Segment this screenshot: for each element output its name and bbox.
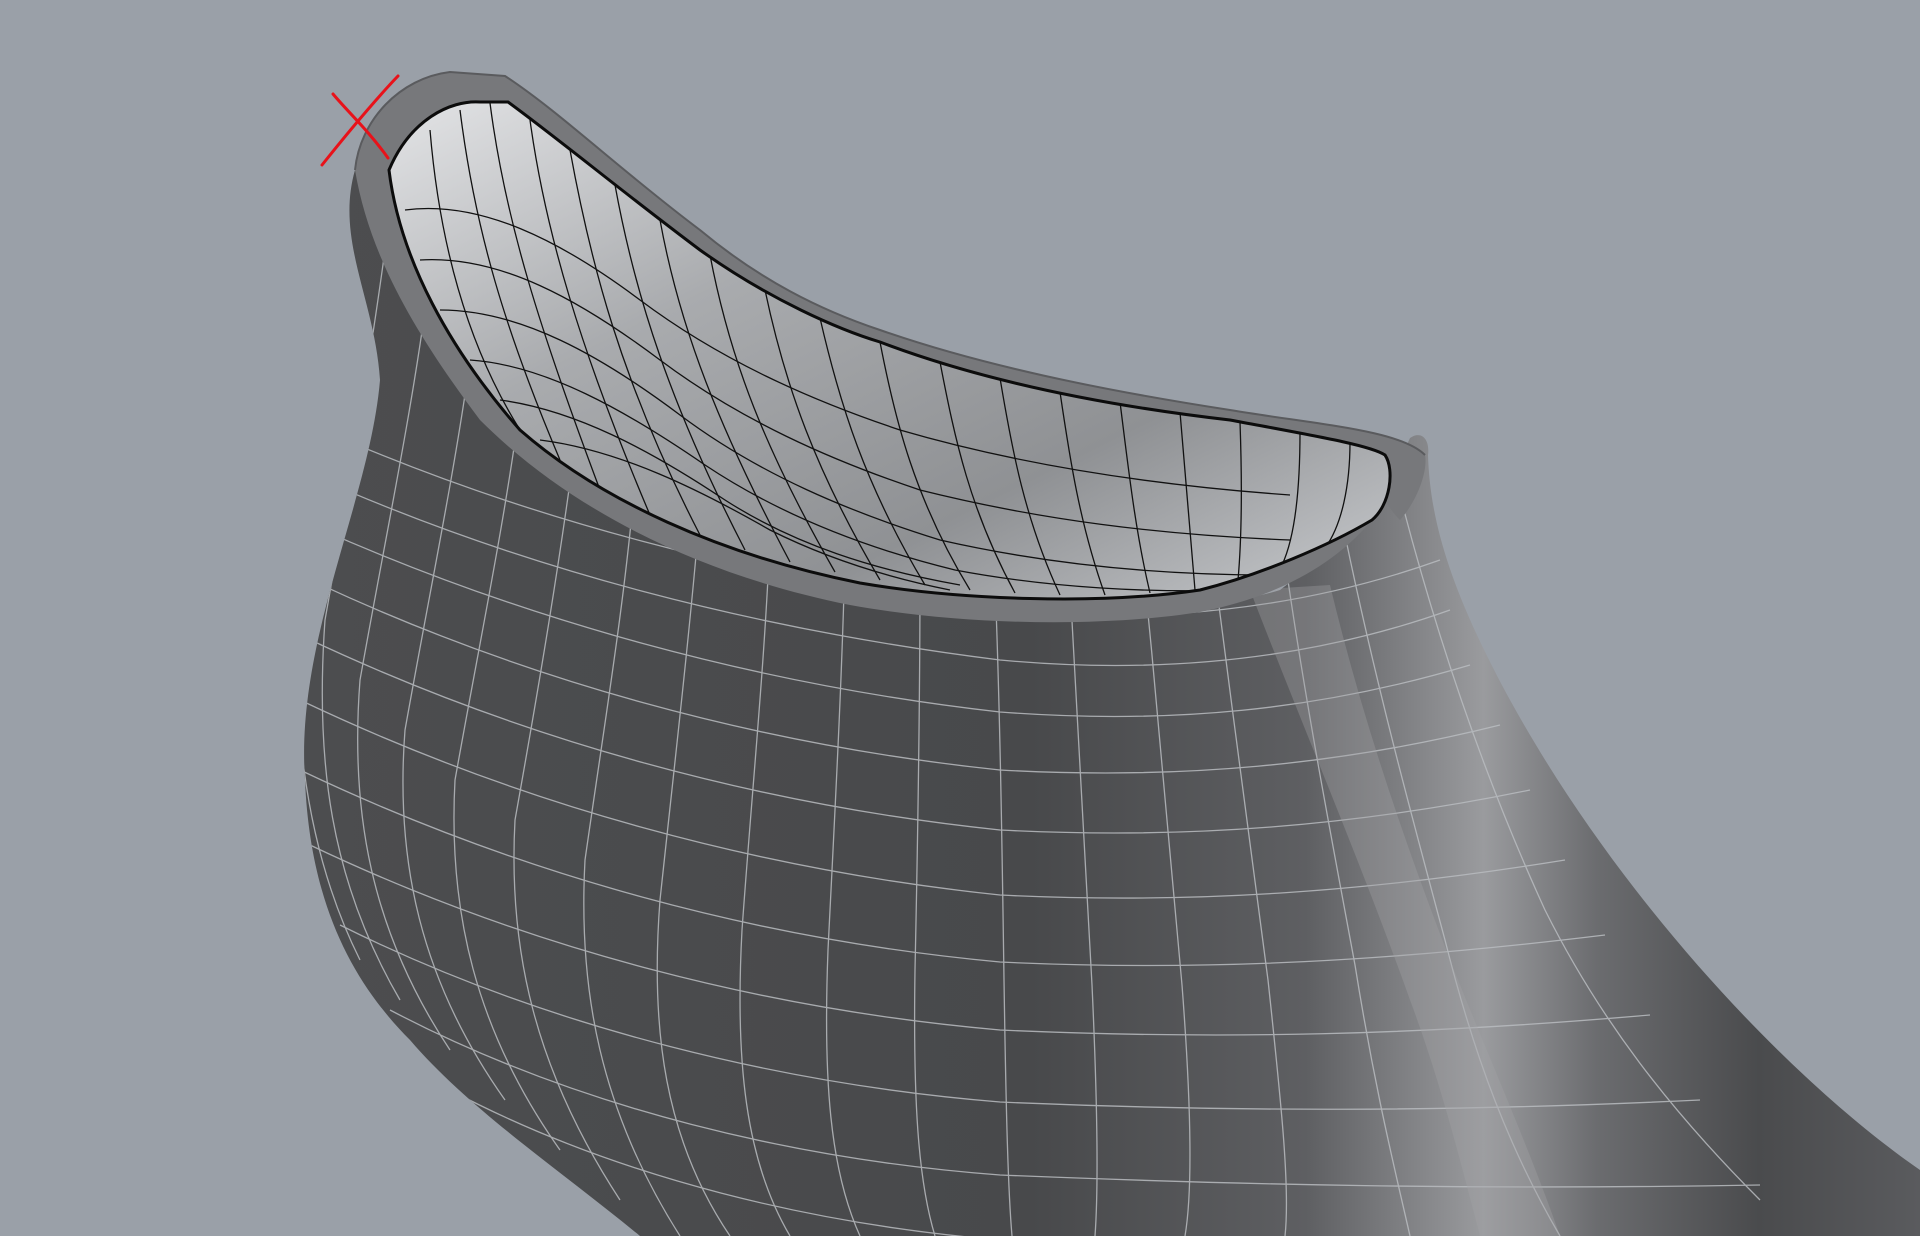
viewport-canvas[interactable]: [0, 0, 1920, 1236]
3d-viewport[interactable]: [0, 0, 1920, 1236]
